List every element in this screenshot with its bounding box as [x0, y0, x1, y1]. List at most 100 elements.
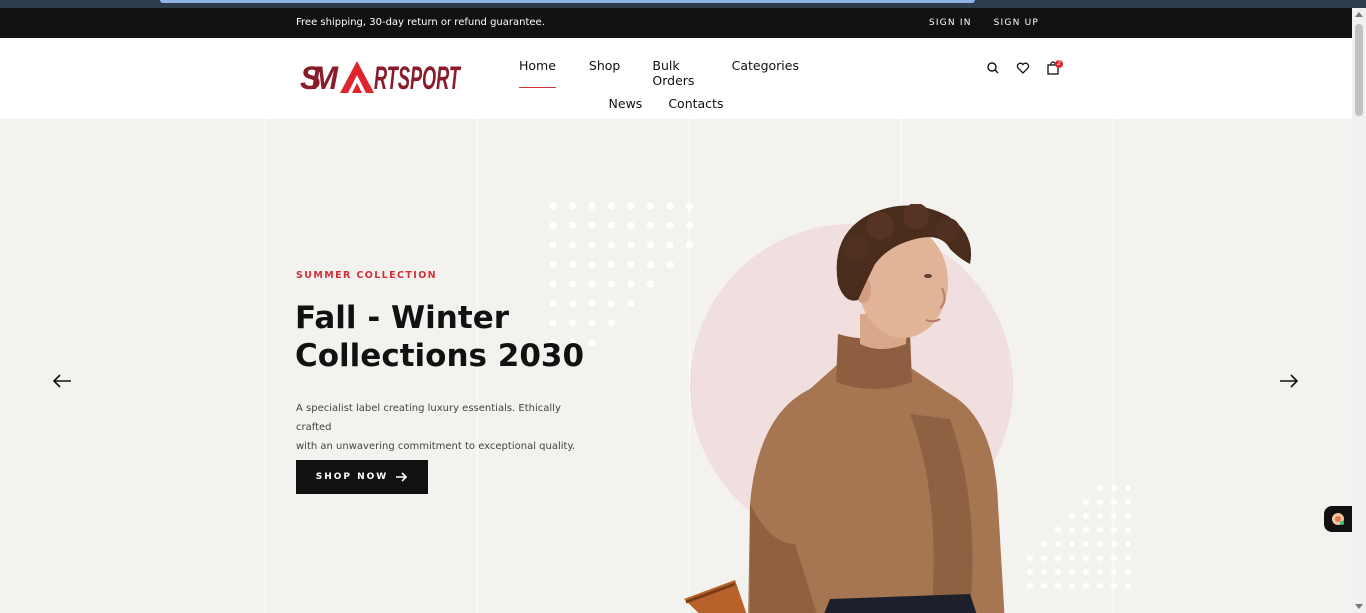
- header-actions: 2: [986, 60, 1063, 75]
- hero-headline-line-1: Fall - Winter: [295, 300, 510, 336]
- decor-dot: [607, 280, 616, 288]
- hero-headline-line-2: Collections 2030: [295, 338, 585, 374]
- decor-dot: [646, 202, 655, 210]
- decor-dot: [1111, 527, 1117, 533]
- decor-dot: [627, 260, 635, 269]
- decor-dot: [1125, 555, 1131, 561]
- decor-dot: [666, 241, 674, 249]
- svg-text:SM: SM: [300, 60, 339, 96]
- sign-up-link[interactable]: SIGN UP: [994, 18, 1039, 28]
- decor-dot: [1125, 485, 1131, 491]
- hero-eyebrow: SUMMER COLLECTION: [296, 270, 438, 281]
- sign-in-link[interactable]: SIGN IN: [929, 18, 972, 28]
- nav-news[interactable]: News: [609, 96, 643, 111]
- decor-dot: [1055, 569, 1061, 575]
- browser-address-bar[interactable]: [160, 0, 975, 3]
- decor-dot: [1083, 527, 1089, 533]
- hero-model-image: [684, 204, 1005, 613]
- decor-dot: [1083, 555, 1089, 561]
- site-header: SM RTSPORT Home Shop Bulk Orders Categor…: [0, 38, 1352, 119]
- decor-dot: [568, 241, 577, 249]
- arrow-left-icon[interactable]: [52, 373, 72, 389]
- decor-dot: [1097, 485, 1103, 491]
- scrollbar-thumb[interactable]: [1355, 24, 1363, 116]
- shop-now-button[interactable]: SHOP NOW: [296, 460, 428, 494]
- nav-categories[interactable]: Categories: [732, 58, 799, 88]
- decor-dot: [607, 202, 616, 210]
- nav-home[interactable]: Home: [519, 58, 556, 88]
- decor-dot: [1111, 541, 1117, 547]
- decor-dot: [568, 221, 577, 230]
- decor-dot: [1041, 569, 1047, 575]
- decor-dot: [646, 241, 655, 249]
- nav-contacts[interactable]: Contacts: [668, 96, 723, 111]
- decor-dot: [1097, 499, 1103, 505]
- grid-line: [265, 119, 266, 613]
- decor-dot: [1111, 499, 1117, 505]
- decor-dot: [1055, 541, 1061, 547]
- decor-dot: [627, 241, 635, 249]
- announcement-bar: Free shipping, 30-day return or refund g…: [0, 8, 1352, 38]
- heart-icon[interactable]: [1016, 60, 1030, 74]
- decor-dot: [646, 280, 655, 288]
- decor-dot: [666, 202, 674, 210]
- decor-dot: [1111, 555, 1117, 561]
- hero-description-line-1: A specialist label creating luxury essen…: [296, 403, 561, 433]
- browser-chrome-strip: [0, 0, 1366, 8]
- decor-dot: [646, 221, 655, 230]
- decor-dot: [588, 280, 596, 288]
- page-scrollbar[interactable]: [1352, 8, 1366, 613]
- nav-bulk-orders[interactable]: Bulk Orders: [652, 58, 699, 88]
- decor-dot: [1055, 583, 1061, 589]
- decor-dot: [568, 260, 577, 269]
- scroll-up-arrow-icon[interactable]: [1355, 12, 1363, 17]
- nav-shop[interactable]: Shop: [589, 58, 620, 88]
- decor-dot: [1083, 499, 1089, 505]
- decor-dot: [607, 241, 616, 249]
- decor-dot: [1055, 527, 1061, 533]
- hero-description-line-2: with an unwavering commitment to excepti…: [296, 441, 576, 452]
- cart-count-badge: 2: [1055, 60, 1063, 68]
- decor-dot: [1097, 527, 1103, 533]
- decor-dot: [1097, 583, 1103, 589]
- hero-headline: Fall - Winter Collections 2030: [295, 299, 595, 375]
- shopping-bag-icon[interactable]: 2: [1046, 60, 1063, 75]
- decor-dot: [549, 241, 557, 249]
- scroll-down-arrow-icon[interactable]: [1355, 604, 1363, 609]
- decor-dot: [1097, 541, 1103, 547]
- chat-widget-button[interactable]: [1324, 506, 1352, 532]
- decor-dot: [1083, 583, 1089, 589]
- decor-dot: [1097, 555, 1103, 561]
- decor-dot: [627, 202, 635, 210]
- arrow-right-icon[interactable]: [1279, 373, 1299, 389]
- arrow-right-icon: [396, 472, 408, 482]
- decor-dot: [607, 319, 616, 327]
- decor-dot: [1069, 527, 1075, 533]
- decor-dot: [568, 280, 577, 288]
- decor-dot: [1041, 583, 1047, 589]
- decor-dot: [607, 260, 616, 269]
- hero-description: A specialist label creating luxury essen…: [296, 399, 596, 456]
- decor-dot: [1111, 485, 1117, 491]
- decor-dot: [627, 280, 635, 288]
- decor-dot: [1083, 541, 1089, 547]
- decor-dot: [1125, 527, 1131, 533]
- decor-dot: [1069, 555, 1075, 561]
- decor-dot: [549, 202, 557, 210]
- svg-text:RTSPORT: RTSPORT: [374, 60, 461, 96]
- decor-dot: [1041, 541, 1047, 547]
- search-icon[interactable]: [986, 60, 1000, 74]
- decor-dot: [549, 260, 557, 269]
- decor-dot: [1069, 513, 1075, 519]
- decor-dot: [1097, 569, 1103, 575]
- decor-dot: [666, 260, 674, 269]
- decor-dot: [568, 202, 577, 210]
- decor-dot: [588, 202, 596, 210]
- smartsport-logo[interactable]: SM RTSPORT: [300, 58, 462, 96]
- chat-icon: [1332, 513, 1344, 525]
- decor-dot: [549, 280, 557, 288]
- decor-dot: [1069, 569, 1075, 575]
- decor-dot: [1111, 569, 1117, 575]
- decor-dot: [1055, 555, 1061, 561]
- decor-dot: [627, 221, 635, 230]
